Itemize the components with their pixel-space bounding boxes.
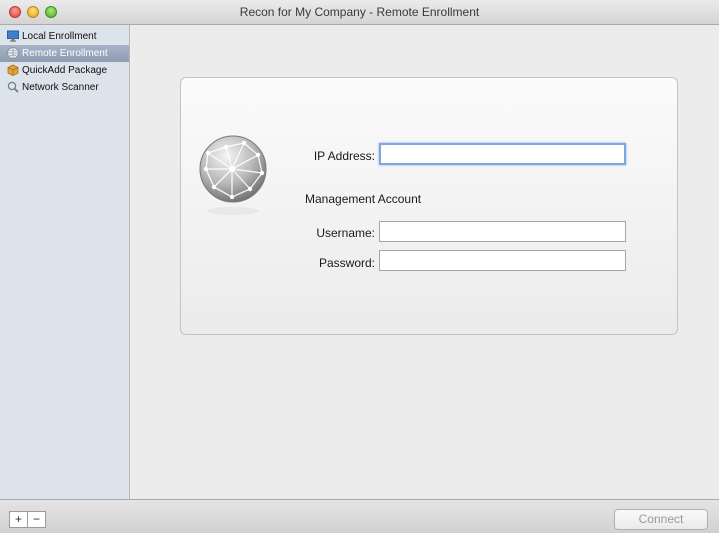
sidebar-item-remote-enrollment[interactable]: Remote Enrollment xyxy=(0,45,129,62)
globe-icon xyxy=(7,47,19,59)
connect-button[interactable]: Connect xyxy=(614,509,708,530)
add-button[interactable]: + xyxy=(9,511,28,528)
management-account-heading: Management Account xyxy=(305,192,422,206)
sidebar-item-local-enrollment[interactable]: Local Enrollment xyxy=(0,28,129,45)
sidebar-item-quickadd-package[interactable]: QuickAdd Package xyxy=(0,62,129,79)
zoom-window-button[interactable] xyxy=(45,6,57,18)
ip-address-label: IP Address: xyxy=(313,149,375,163)
sidebar-item-label: QuickAdd Package xyxy=(22,65,108,76)
username-field[interactable] xyxy=(379,221,626,242)
main-content: IP Address: Management Account Username:… xyxy=(131,25,719,499)
bottom-bar: + − Connect xyxy=(0,499,719,533)
sidebar-item-network-scanner[interactable]: Network Scanner xyxy=(0,79,129,96)
ip-address-input[interactable] xyxy=(381,145,624,163)
sidebar-item-label: Local Enrollment xyxy=(22,31,97,42)
monitor-icon xyxy=(7,30,19,42)
package-icon xyxy=(7,64,19,76)
username-label: Username: xyxy=(316,226,375,240)
sidebar-item-label: Remote Enrollment xyxy=(22,48,108,59)
password-input[interactable] xyxy=(380,251,625,270)
title-bar[interactable]: Recon for My Company - Remote Enrollment xyxy=(0,0,719,25)
sidebar: Local Enrollment Remote Enrollment Quick… xyxy=(0,25,130,499)
sidebar-item-label: Network Scanner xyxy=(22,82,99,93)
close-window-button[interactable] xyxy=(9,6,21,18)
remove-button[interactable]: − xyxy=(27,511,46,528)
window-title: Recon for My Company - Remote Enrollment xyxy=(239,5,480,19)
minimize-window-button[interactable] xyxy=(27,6,39,18)
username-input[interactable] xyxy=(380,222,625,241)
network-globe-icon xyxy=(198,131,268,221)
magnifier-icon xyxy=(7,81,19,93)
password-field[interactable] xyxy=(379,250,626,271)
ip-address-field[interactable] xyxy=(379,143,626,165)
password-label: Password: xyxy=(318,256,375,270)
app-window: Recon for My Company - Remote Enrollment… xyxy=(0,0,719,533)
remote-enrollment-panel: IP Address: Management Account Username:… xyxy=(180,77,678,335)
